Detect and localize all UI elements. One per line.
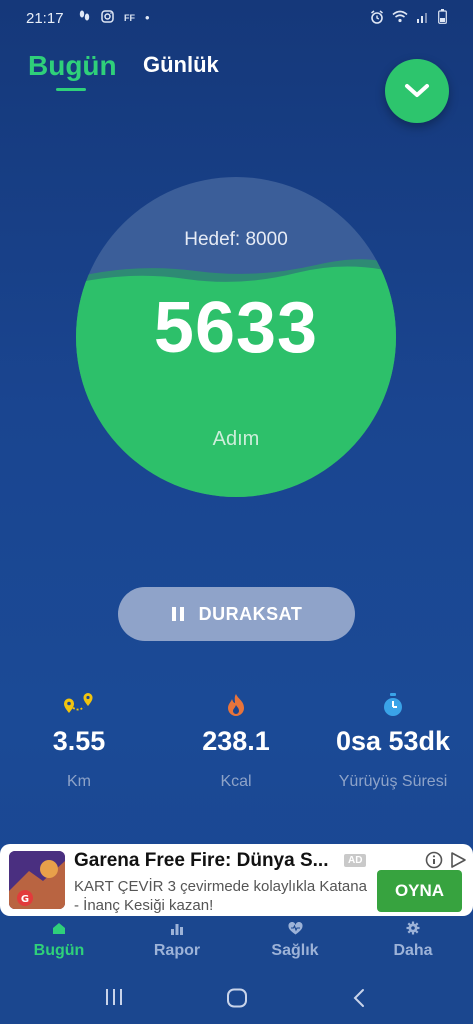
nav-label-health: Sağlık [271, 942, 319, 959]
active-tab-indicator [56, 88, 86, 91]
status-bar: 21:17 FF • [0, 0, 473, 36]
calories-label: Kcal [220, 773, 252, 790]
goal-text: Hedef: 8000 [184, 229, 288, 250]
stat-distance: 3.55 Km [4, 690, 154, 791]
ad-app-icon[interactable]: G [9, 851, 65, 909]
signal-icon [416, 10, 430, 28]
distance-value: 3.55 [52, 726, 106, 756]
gear-icon [406, 921, 420, 935]
bottom-nav: Bugün Rapor Sağlık Daha [0, 916, 473, 970]
recent-apps-icon[interactable] [104, 988, 124, 1006]
ad-title[interactable]: Garena Free Fire: Dünya S... [74, 850, 328, 872]
bar-chart-icon [171, 923, 183, 935]
step-progress-circle: Hedef: 8000 5633 Adım [76, 175, 396, 500]
nav-item-today[interactable]: Bugün [0, 920, 118, 960]
ad-badge: AD [344, 854, 367, 867]
distance-label: Km [67, 773, 91, 790]
chevron-down-icon [405, 84, 429, 97]
walk-time-value: 0sa 53dk [335, 726, 451, 756]
stat-calories: 238.1 Kcal [161, 690, 311, 791]
system-icons [370, 9, 447, 29]
ff-icon: FF [124, 12, 135, 23]
nav-item-report[interactable]: Rapor [118, 920, 236, 960]
expand-button[interactable] [385, 59, 449, 123]
home-icon [53, 922, 65, 934]
ad-description: KART ÇEVİR 3 çevirmede kolaylıkla Katana… [74, 878, 367, 914]
calories-value: 238.1 [202, 726, 270, 756]
steps-unit-label: Adım [212, 428, 260, 450]
nav-item-health[interactable]: Sağlık [236, 920, 354, 960]
nav-item-more[interactable]: Daha [354, 920, 472, 960]
stat-walk-time: 0sa 53dk Yürüyüş Süresi [318, 690, 468, 791]
nav-label-today: Bugün [33, 942, 85, 959]
svg-text:G: G [21, 894, 29, 905]
pause-icon [171, 607, 184, 621]
steps-icon [78, 9, 91, 26]
nav-label-more: Daha [393, 942, 433, 959]
battery-icon [438, 9, 447, 29]
system-nav-bar [0, 970, 473, 1024]
heart-icon [287, 921, 303, 934]
notification-icons: FF • [78, 9, 150, 26]
dot-icon: • [145, 10, 150, 25]
flame-icon [228, 694, 244, 716]
status-time: 21:17 [26, 10, 64, 27]
back-icon[interactable] [352, 988, 366, 1008]
tab-today[interactable]: Bugün [28, 50, 117, 82]
walk-time-label: Yürüyüş Süresi [338, 773, 448, 790]
instagram-icon [101, 9, 114, 26]
nav-label-report: Rapor [153, 942, 201, 959]
pause-button[interactable]: DURAKSAT [118, 587, 355, 641]
alarm-icon [370, 9, 384, 29]
tab-daily[interactable]: Günlük [143, 52, 219, 78]
ad-cta-button[interactable]: OYNA [377, 870, 462, 912]
steps-count: 5633 [153, 288, 319, 368]
location-pins-icon [64, 693, 93, 713]
pause-button-label: DURAKSAT [198, 603, 303, 624]
stopwatch-icon [384, 693, 402, 716]
wifi-icon [392, 10, 408, 28]
home-button-icon[interactable] [226, 988, 248, 1008]
